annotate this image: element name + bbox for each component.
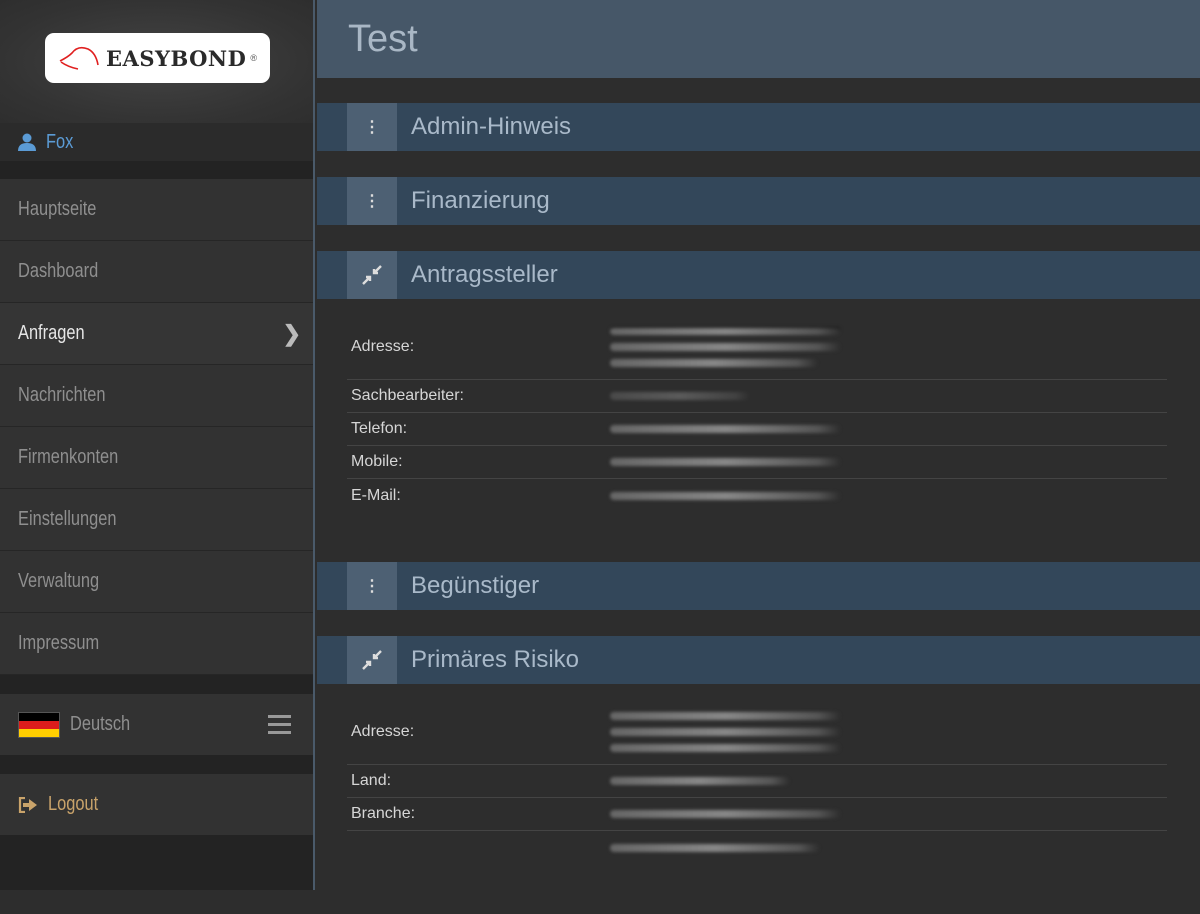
main-content: ⋮ Admin-Hinweis ⋮ Finanzierung Antragsstel… (317, 103, 1200, 914)
detail-row: Telefon: (347, 413, 1167, 446)
menu-label: Verwaltung (18, 570, 100, 592)
redacted-value (610, 392, 750, 400)
user-profile[interactable]: Fox (0, 123, 313, 161)
menu-item-firmenkonten[interactable]: Firmenkonten (0, 427, 313, 489)
detail-label: Adresse: (351, 338, 415, 355)
menu-item-verwaltung[interactable]: Verwaltung (0, 551, 313, 613)
antragssteller-details: Adresse: Sachbearbeiter: Telefon: Mobile… (317, 299, 1200, 536)
logout-button[interactable]: Logout (0, 774, 313, 835)
redacted-value (610, 425, 841, 433)
menu-label: Einstellungen (18, 508, 117, 530)
redacted-value (610, 843, 820, 852)
menu-item-nachrichten[interactable]: Nachrichten (0, 365, 313, 427)
detail-row: E-Mail: (347, 479, 1167, 512)
redacted-value (610, 458, 841, 466)
menu-label: Nachrichten (18, 384, 106, 406)
section-finanzierung[interactable]: ⋮ Finanzierung (317, 177, 1200, 225)
menu-label: Anfragen (18, 322, 85, 344)
menu-item-impressum[interactable]: Impressum (0, 613, 313, 675)
compress-icon[interactable] (347, 636, 397, 684)
menu-label: Impressum (18, 632, 100, 654)
redacted-value (610, 777, 790, 785)
detail-row: Mobile: (347, 446, 1167, 479)
section-admin-hinweis[interactable]: ⋮ Admin-Hinweis (317, 103, 1200, 151)
menu-item-hauptseite[interactable]: Hauptseite (0, 179, 313, 241)
logo-registered: ® (250, 53, 257, 63)
redacted-value (610, 810, 841, 818)
logo-text: EASYBOND (106, 45, 247, 71)
detail-label: Telefon: (351, 420, 408, 437)
detail-label: Branche: (351, 805, 416, 822)
detail-label: Land: (351, 772, 392, 789)
logout-icon (18, 796, 37, 813)
more-vertical-icon[interactable]: ⋮ (347, 177, 397, 225)
page-header: Test (317, 0, 1200, 78)
sidebar: EASYBOND ® Fox Hauptseite Dashboard Anfra… (0, 0, 315, 890)
user-icon (18, 133, 36, 151)
detail-row: Branche: (347, 798, 1167, 831)
more-vertical-icon[interactable]: ⋮ (347, 562, 397, 610)
menu-item-einstellungen[interactable]: Einstellungen (0, 489, 313, 551)
more-vertical-icon[interactable]: ⋮ (347, 103, 397, 151)
section-title: Antragssteller (411, 261, 558, 288)
section-title: Admin-Hinweis (411, 113, 572, 140)
section-title: Begünstiger (411, 572, 540, 599)
detail-label: E-Mail: (351, 486, 401, 504)
detail-row (347, 831, 1167, 864)
detail-row: Adresse: (347, 700, 1167, 765)
menu-item-dashboard[interactable]: Dashboard (0, 241, 313, 303)
hamburger-menu-icon[interactable] (268, 715, 291, 739)
section-antragssteller[interactable]: Antragssteller (317, 251, 1200, 299)
main-menu: Hauptseite Dashboard Anfragen ❯ Nachricht… (0, 179, 313, 675)
compress-icon[interactable] (347, 251, 397, 299)
language-label: Deutsch (70, 713, 131, 735)
risiko-details: Adresse: Land: Branche: (317, 684, 1200, 888)
section-title: Finanzierung (411, 187, 550, 214)
redacted-value (610, 315, 841, 379)
redacted-value (610, 700, 841, 764)
logo-area: EASYBOND ® (0, 0, 313, 123)
german-flag-icon (18, 711, 60, 738)
language-selector[interactable]: Deutsch (0, 694, 313, 755)
user-name: Fox (46, 130, 74, 153)
menu-item-anfragen[interactable]: Anfragen ❯ (0, 303, 313, 365)
detail-row: Land: (347, 765, 1167, 798)
menu-label: Firmenkonten (18, 446, 119, 468)
logout-label: Logout (48, 793, 99, 815)
detail-row: Adresse: (347, 315, 1167, 380)
menu-label: Hauptseite (18, 198, 97, 220)
section-title: Primäres Risiko (411, 646, 580, 673)
detail-label: Adresse: (351, 723, 415, 740)
page-title: Test (348, 18, 418, 60)
detail-row: Sachbearbeiter: (347, 380, 1167, 413)
menu-label: Dashboard (18, 260, 99, 282)
detail-label: Mobile: (351, 453, 403, 470)
section-primaeres-risiko[interactable]: Primäres Risiko (317, 636, 1200, 684)
logo-swoosh-icon (59, 46, 99, 70)
detail-label: Sachbearbeiter: (351, 387, 464, 404)
easybond-logo[interactable]: EASYBOND ® (45, 33, 270, 83)
chevron-right-icon: ❯ (282, 321, 301, 346)
redacted-value (610, 491, 841, 500)
section-beguenstiger[interactable]: ⋮ Begünstiger (317, 562, 1200, 610)
